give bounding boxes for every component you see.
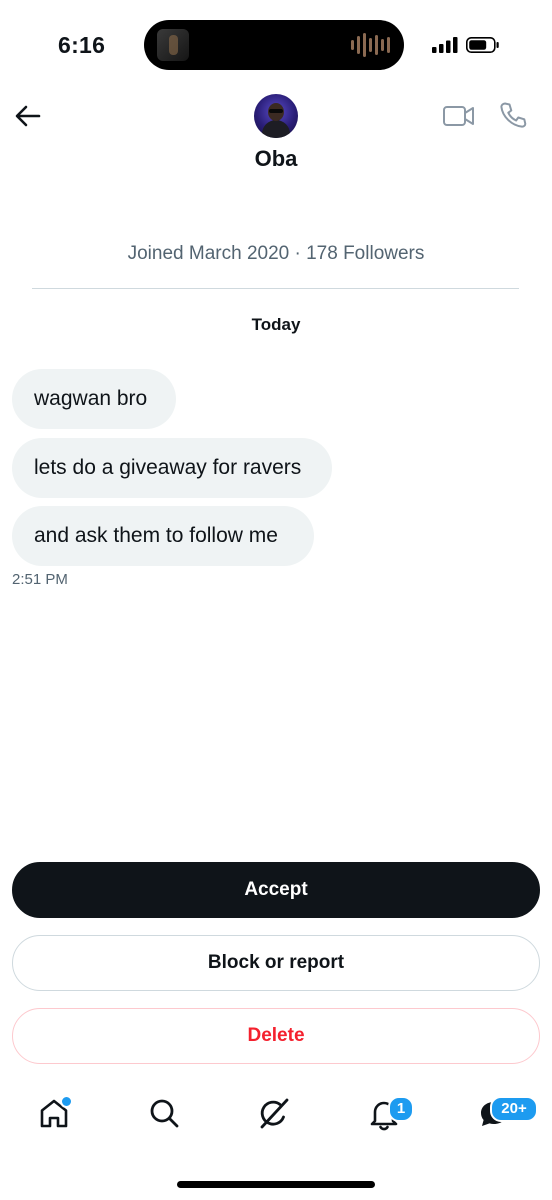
battery-icon (466, 37, 499, 53)
delete-button[interactable]: Delete (12, 1008, 540, 1064)
phone-call-icon[interactable] (498, 100, 528, 130)
conversation-title[interactable]: Oba (0, 146, 552, 172)
home-indicator[interactable] (177, 1181, 375, 1188)
avatar[interactable] (254, 94, 298, 138)
block-or-report-button[interactable]: Block or report (12, 935, 540, 991)
dynamic-island[interactable] (144, 20, 404, 70)
audio-waveform-icon (351, 33, 390, 57)
back-arrow-icon[interactable] (14, 102, 42, 130)
grok-icon[interactable] (254, 1093, 294, 1133)
cellular-signal-icon (432, 37, 458, 53)
messages-badge: 20+ (490, 1096, 538, 1122)
home-unread-dot (60, 1095, 73, 1108)
divider (32, 288, 519, 289)
day-separator: Today (251, 315, 301, 334)
notifications-badge: 1 (388, 1096, 414, 1122)
message-timestamp: 2:51 PM (12, 571, 68, 588)
search-icon[interactable] (144, 1093, 184, 1133)
profile-meta: Joined March 2020 · 178 Followers (127, 243, 425, 264)
accept-button[interactable]: Accept (12, 862, 540, 918)
now-playing-thumbnail (157, 29, 189, 61)
message-bubble[interactable]: wagwan bro (12, 369, 176, 429)
message-bubble[interactable]: and ask them to follow me (12, 506, 314, 566)
status-time: 6:16 (58, 32, 106, 58)
video-call-icon[interactable] (442, 102, 476, 130)
message-bubble[interactable]: lets do a giveaway for ravers (12, 438, 332, 498)
